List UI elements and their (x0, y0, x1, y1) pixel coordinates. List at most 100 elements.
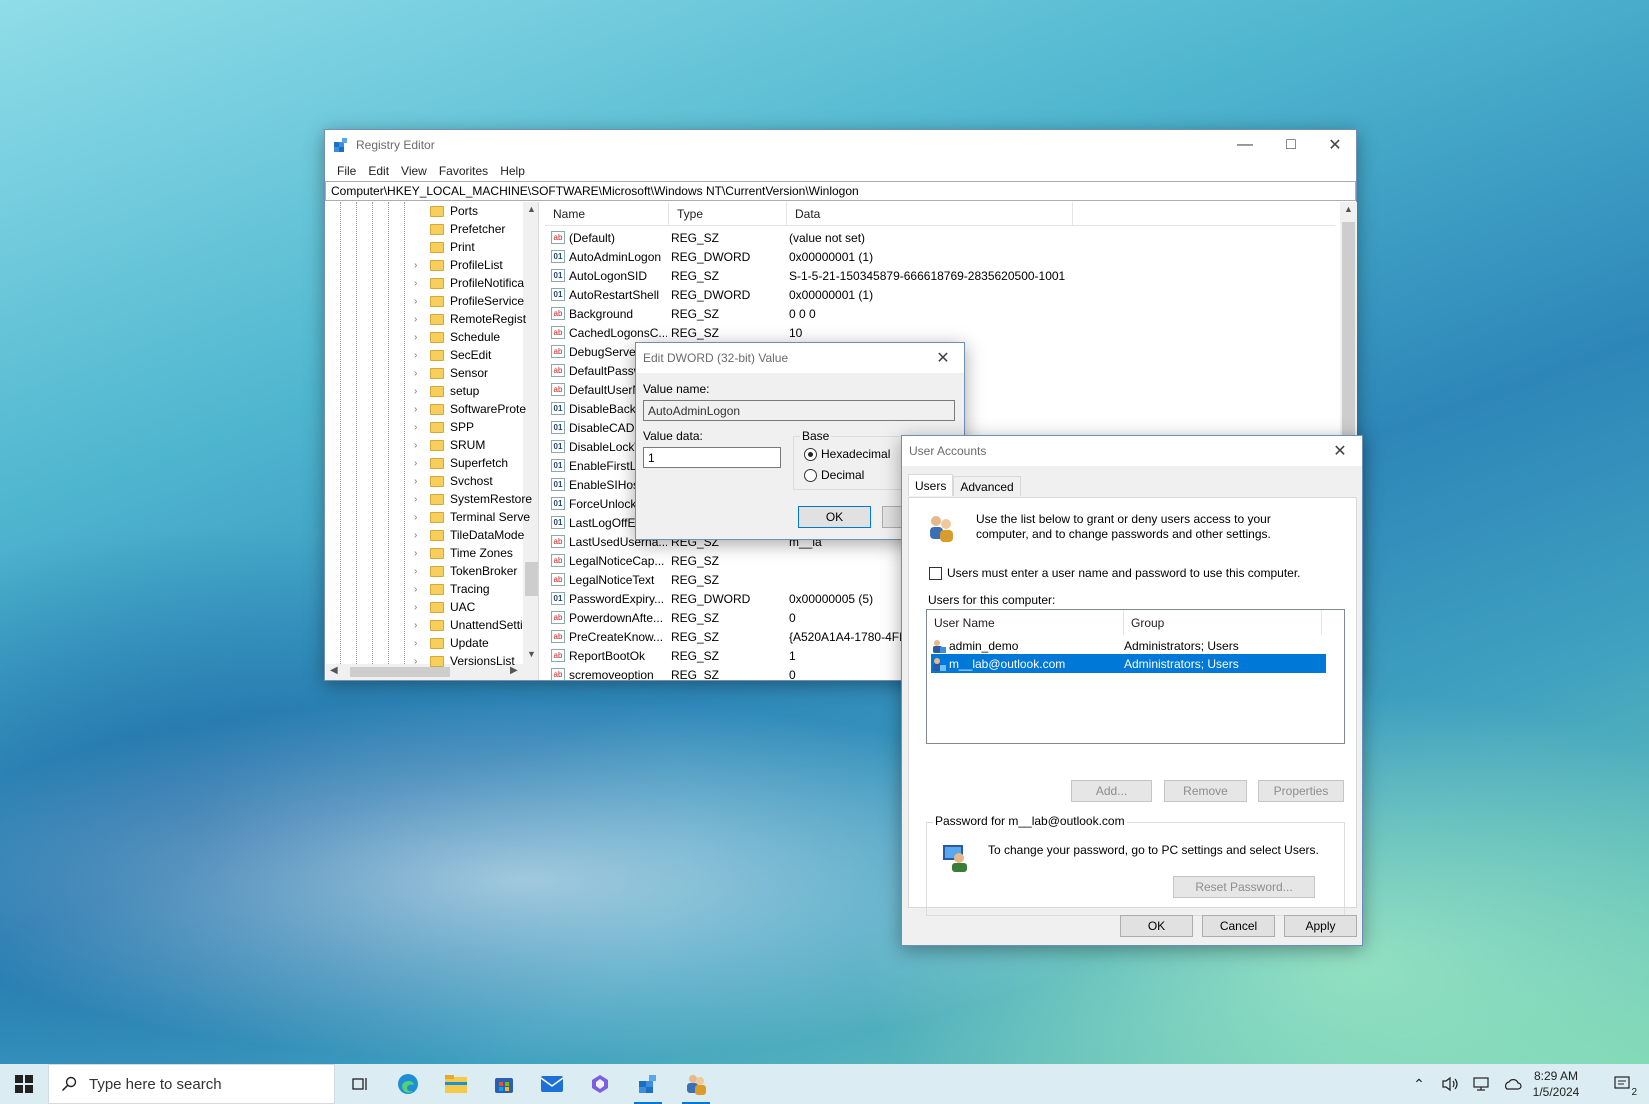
chevron-right-icon[interactable]: › (414, 368, 424, 379)
chevron-right-icon[interactable]: › (414, 548, 424, 559)
close-button[interactable]: ✕ (920, 343, 966, 373)
menu-edit[interactable]: Edit (362, 164, 395, 178)
chevron-right-icon[interactable]: › (414, 458, 424, 469)
tree-key[interactable]: › SecEdit (326, 346, 523, 364)
reset-password-button[interactable]: Reset Password... (1173, 876, 1315, 898)
must-enter-password-checkbox-box[interactable] (929, 566, 942, 580)
dword-dialog-titlebar[interactable]: Edit DWORD (32-bit) Value ✕ (636, 343, 964, 373)
user-row-selected[interactable]: m__lab@outlook.com Administrators; Users (931, 654, 1326, 673)
decimal-radio-dot[interactable] (804, 468, 817, 482)
properties-button[interactable]: Properties (1258, 780, 1344, 802)
chevron-right-icon[interactable]: › (414, 476, 424, 487)
tree-key[interactable]: › SPP (326, 418, 523, 436)
tree-key[interactable]: Print (326, 238, 523, 256)
hexadecimal-radio-dot[interactable] (804, 447, 817, 461)
tree-key[interactable]: › setup (326, 382, 523, 400)
chevron-right-icon[interactable]: › (414, 656, 424, 667)
tree-key[interactable]: Ports (326, 202, 523, 220)
menu-view[interactable]: View (395, 164, 433, 178)
value-row[interactable]: ab CachedLogonsC... REG_SZ 10 (545, 323, 1335, 342)
task-view-button[interactable] (336, 1064, 384, 1104)
menu-file[interactable]: File (331, 164, 362, 178)
ok-button[interactable]: OK (1120, 915, 1193, 937)
chevron-right-icon[interactable]: › (414, 602, 424, 613)
taskbar-mail[interactable] (528, 1064, 576, 1104)
hexadecimal-radio[interactable]: Hexadecimal (804, 447, 890, 461)
value-row[interactable]: ab (Default) REG_SZ (value not set) (545, 228, 1335, 247)
chevron-right-icon[interactable]: › (414, 530, 424, 541)
value-row[interactable]: 01 AutoAdminLogon REG_DWORD 0x00000001 (1) (545, 247, 1335, 266)
notification-center-button[interactable]: 2 (1606, 1064, 1640, 1104)
chevron-right-icon[interactable]: › (414, 440, 424, 451)
tab-advanced[interactable]: Advanced (953, 476, 1021, 496)
registry-editor-titlebar[interactable]: Registry Editor — □ ✕ (325, 130, 1356, 160)
user-accounts-titlebar[interactable]: User Accounts ✕ (902, 436, 1362, 466)
column-group[interactable]: Group (1124, 610, 1322, 635)
tree-key[interactable]: › RemoteRegist (326, 310, 526, 328)
tree-key[interactable]: › Tracing (326, 580, 523, 598)
add-user-button[interactable]: Add... (1071, 780, 1152, 802)
tree-key[interactable]: › SystemRestore (326, 490, 532, 508)
tree-key[interactable]: › Superfetch (326, 454, 523, 472)
taskbar-copilot[interactable] (576, 1064, 624, 1104)
column-data[interactable]: Data (787, 202, 1073, 226)
start-button[interactable] (0, 1064, 48, 1104)
tree-key[interactable]: › SoftwareProte (326, 400, 526, 418)
value-data-field[interactable]: 1 (643, 447, 781, 468)
address-bar[interactable]: Computer\HKEY_LOCAL_MACHINE\SOFTWARE\Mic… (325, 181, 1356, 201)
tree-key[interactable]: › ProfileNotifica (326, 274, 524, 292)
chevron-right-icon[interactable]: › (414, 314, 424, 325)
tree-key[interactable]: › VersionsList (326, 652, 523, 670)
key-tree[interactable]: ▲ ▼ ◀ ▶ Ports Prefetcher Print › ProfileList… (326, 202, 539, 680)
chevron-right-icon[interactable]: › (414, 422, 424, 433)
tree-key[interactable]: › UAC (326, 598, 523, 616)
chevron-right-icon[interactable]: › (414, 332, 424, 343)
chevron-right-icon[interactable]: › (414, 350, 424, 361)
user-accounts-dialog[interactable]: User Accounts ✕ Users Advanced Use the l… (901, 435, 1363, 946)
tree-key[interactable]: › Update (326, 634, 523, 652)
chevron-right-icon[interactable]: › (414, 404, 424, 415)
chevron-right-icon[interactable]: › (414, 566, 424, 577)
chevron-up-icon[interactable]: ⌃ (1406, 1064, 1432, 1104)
tree-key[interactable]: › ProfileList (326, 256, 523, 274)
column-user-name[interactable]: User Name (927, 610, 1124, 635)
chevron-right-icon[interactable]: › (414, 620, 424, 631)
tree-key[interactable]: Prefetcher (326, 220, 523, 238)
chevron-right-icon[interactable]: › (414, 638, 424, 649)
menu-favorites[interactable]: Favorites (433, 164, 494, 178)
tree-key[interactable]: › Time Zones (326, 544, 523, 562)
taskbar-store[interactable] (480, 1064, 528, 1104)
value-row[interactable]: 01 AutoLogonSID REG_SZ S-1-5-21-150345879-6… (545, 266, 1335, 285)
must-enter-password-checkbox[interactable]: Users must enter a user name and passwor… (929, 566, 1301, 580)
taskbar-registry-editor[interactable] (624, 1064, 672, 1104)
apply-button[interactable]: Apply (1284, 915, 1357, 937)
tree-key[interactable]: › ProfileService (326, 292, 524, 310)
tab-users[interactable]: Users (908, 474, 954, 496)
tree-key[interactable]: › TileDataMode (326, 526, 524, 544)
column-type[interactable]: Type (669, 202, 787, 226)
volume-icon[interactable] (1437, 1064, 1463, 1104)
taskbar-edge[interactable] (384, 1064, 432, 1104)
taskbar-user-accounts[interactable] (672, 1064, 720, 1104)
tree-key[interactable]: › Sensor (326, 364, 523, 382)
chevron-right-icon[interactable]: › (414, 296, 424, 307)
maximize-button[interactable]: □ (1268, 130, 1314, 160)
users-list[interactable]: User Name Group admin_demo Administrator… (926, 609, 1345, 744)
taskbar-search-box[interactable]: Type here to search (48, 1064, 335, 1104)
taskbar-file-explorer[interactable] (432, 1064, 480, 1104)
chevron-right-icon[interactable]: › (414, 260, 424, 271)
chevron-right-icon[interactable]: › (414, 386, 424, 397)
user-row[interactable]: admin_demo Administrators; Users (931, 636, 1326, 655)
network-icon[interactable] (1468, 1064, 1494, 1104)
tree-key[interactable]: › TokenBroker (326, 562, 523, 580)
column-name[interactable]: Name (545, 202, 669, 226)
chevron-right-icon[interactable]: › (414, 512, 424, 523)
tree-key[interactable]: › UnattendSetti (326, 616, 523, 634)
close-button[interactable]: ✕ (1312, 130, 1358, 160)
chevron-right-icon[interactable]: › (414, 494, 424, 505)
minimize-button[interactable]: — (1222, 130, 1268, 160)
tree-key[interactable]: › Terminal Serve (326, 508, 530, 526)
menu-help[interactable]: Help (494, 164, 531, 178)
ok-button[interactable]: OK (798, 506, 871, 528)
chevron-right-icon[interactable]: › (414, 278, 424, 289)
